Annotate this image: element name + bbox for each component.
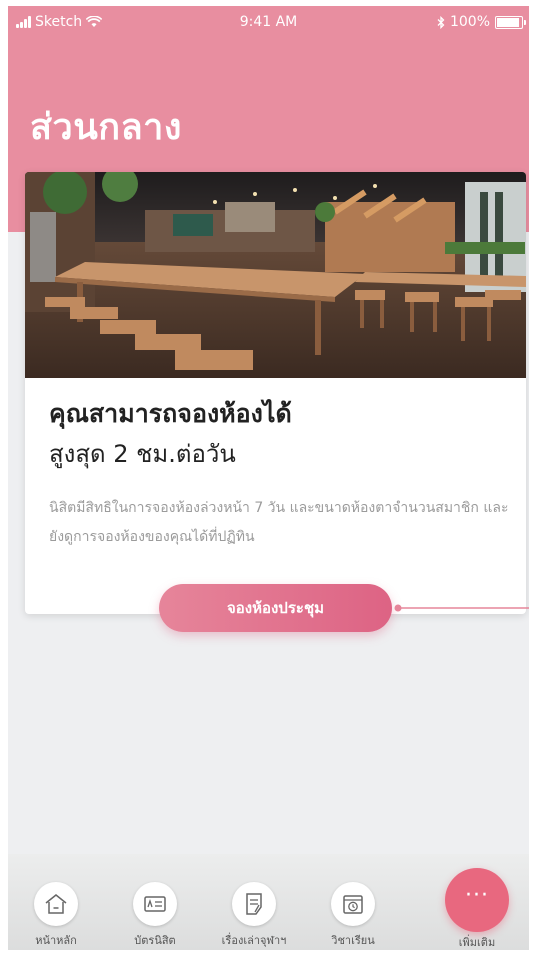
calendar-clock-icon — [331, 882, 375, 926]
tab-stories-label: เรื่องเล่าจุฬาฯ — [221, 934, 287, 947]
id-card-icon — [133, 882, 177, 926]
tab-student-card-label: บัตรนิสิต — [134, 934, 176, 947]
tab-home-label: หน้าหลัก — [35, 934, 77, 947]
bluetooth-icon — [437, 15, 445, 29]
annotation-connector-line — [394, 604, 529, 612]
meeting-room-photo — [25, 172, 526, 378]
more-dots-icon: ··· — [465, 883, 489, 908]
tab-more[interactable]: ··· — [445, 868, 509, 932]
card-headline: คุณสามารถจองห้องได้ — [49, 399, 292, 428]
app-screen: Sketch 9:41 AM 100% ส่วนกลาง คุณสามารถจอ… — [8, 6, 529, 950]
book-meeting-room-button[interactable]: จองห้องประชุม — [159, 584, 392, 632]
battery-fill — [497, 17, 519, 27]
tab-more-label: เพิ่มเติม — [458, 936, 496, 949]
card-description: นิสิตมีสิทธิในการจองห้องล่วงหน้า 7 วัน แ… — [49, 500, 509, 545]
battery-icon — [495, 15, 526, 29]
tab-student-card[interactable]: บัตรนิสิต — [115, 882, 195, 949]
card-subheadline: สูงสุด 2 ชม.ต่อวัน — [49, 440, 236, 468]
home-icon — [34, 882, 78, 926]
tab-stories[interactable]: เรื่องเล่าจุฬาฯ — [214, 882, 294, 949]
tab-home[interactable]: หน้าหลัก — [16, 882, 96, 949]
tab-courses-label: วิชาเรียน — [331, 934, 375, 947]
battery-percent: 100% — [449, 14, 490, 30]
page-title: ส่วนกลาง — [30, 107, 182, 148]
booking-card: คุณสามารถจองห้องได้ สูงสุด 2 ชม.ต่อวัน น… — [25, 172, 526, 614]
tab-courses[interactable]: วิชาเรียน — [313, 882, 393, 949]
document-edit-icon — [232, 882, 276, 926]
status-bar: Sketch 9:41 AM 100% — [8, 6, 529, 38]
battery-group: 100% — [437, 14, 526, 30]
